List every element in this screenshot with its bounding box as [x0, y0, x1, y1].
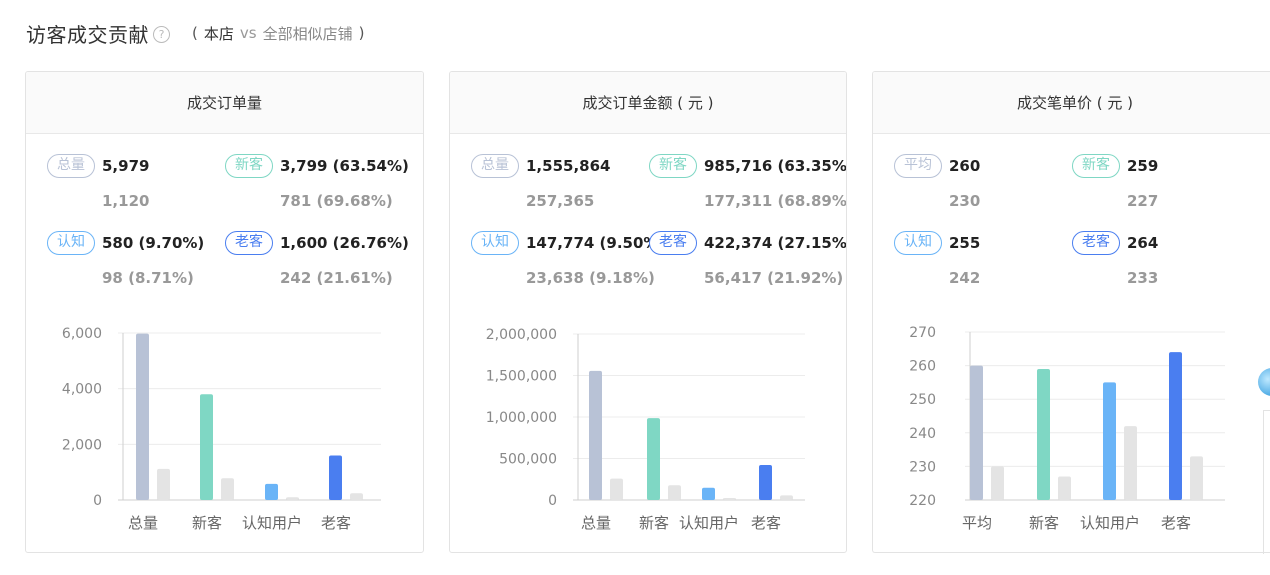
x-tick-label: 老客: [1161, 514, 1191, 532]
bar-similar[interactable]: [221, 478, 234, 500]
y-tick-label: 4,000: [62, 382, 102, 398]
bar-store[interactable]: [970, 365, 983, 500]
card-unit-price: 成交笔单价 ( 元 ) 平均 260 230 新客 259 227 认知 255…: [872, 71, 1270, 553]
bar-store[interactable]: [200, 394, 213, 500]
bar-store[interactable]: [647, 418, 660, 500]
y-tick-label: 250: [909, 392, 936, 408]
paren-open: (: [192, 24, 198, 42]
bar-similar[interactable]: [723, 498, 736, 500]
y-tick-label: 2,000,000: [486, 327, 557, 343]
x-tick-label: 总量: [581, 514, 611, 532]
x-tick-label: 认知用户: [242, 514, 302, 532]
own-store-label: 本店: [203, 24, 234, 43]
similar-stores-label: 全部相似店铺: [262, 24, 353, 43]
y-tick-label: 2,000: [62, 437, 102, 453]
bar-similar[interactable]: [350, 493, 363, 500]
y-tick-label: 240: [909, 426, 936, 442]
y-tick-label: 500,000: [499, 452, 557, 468]
x-tick-label: 新客: [1029, 514, 1059, 532]
bar-store[interactable]: [759, 464, 772, 500]
x-tick-label: 总量: [128, 514, 158, 532]
bar-similar[interactable]: [780, 495, 793, 500]
bar-store[interactable]: [265, 483, 278, 500]
y-tick-label: 1,000,000: [486, 410, 557, 426]
bar-similar[interactable]: [1190, 456, 1203, 500]
next-card-edge: [1263, 410, 1270, 554]
card-order-count: 成交订单量 总量 5,979 1,120 新客 3,799 (63.54%) 7…: [25, 71, 424, 553]
bar-similar[interactable]: [157, 468, 170, 500]
bar-store[interactable]: [589, 370, 602, 500]
section-title: 访客成交贡献: [26, 22, 149, 47]
y-tick-label: 0: [548, 493, 557, 509]
bar-store[interactable]: [1169, 352, 1182, 500]
bar-store[interactable]: [1037, 368, 1050, 500]
paren-close: ): [358, 24, 365, 42]
bar-store[interactable]: [1103, 382, 1116, 500]
comparison-legend: ( 本店 vs 全部相似店铺 ): [192, 23, 364, 44]
help-icon[interactable]: ?: [153, 25, 170, 43]
bar-store[interactable]: [329, 455, 342, 500]
bar-chart-order-amount: 0 500,000 1,000,000 1,500,000 2,000,000 总量 新客认…: [486, 327, 805, 532]
vs-label: vs: [239, 24, 257, 42]
y-tick-label: 0: [93, 493, 102, 509]
x-tick-label: 老客: [321, 514, 351, 532]
card-order-amount: 成交订单金额 ( 元 ) 总量 1,555,864 257,365 新客 985…: [449, 71, 847, 553]
y-tick-label: 270: [909, 325, 936, 341]
y-tick-label: 6,000: [62, 326, 102, 342]
bar-chart-order-count: 0 2,000 4,000 6,000 总量 新客 认知用户 老客: [62, 326, 381, 532]
section-header: 访客成交贡献 ? ( 本店 vs 全部相似店铺 ): [26, 18, 364, 48]
y-tick-label: 220: [909, 493, 936, 509]
bar-store[interactable]: [702, 487, 715, 500]
y-tick-label: 230: [909, 459, 936, 475]
bar-similar[interactable]: [1124, 426, 1137, 500]
y-tick-label: 260: [909, 359, 936, 375]
x-tick-label: 认知用户: [679, 514, 739, 532]
y-tick-label: 1,500,000: [486, 369, 557, 385]
bar-similar[interactable]: [610, 478, 623, 500]
x-tick-label: 老客: [751, 514, 781, 532]
x-tick-label: 新客: [192, 514, 222, 532]
x-tick-label: 平均: [962, 514, 992, 532]
bar-similar[interactable]: [286, 497, 299, 500]
bar-store[interactable]: [136, 333, 149, 500]
bar-similar[interactable]: [1058, 476, 1071, 500]
x-tick-label: 新客: [639, 514, 669, 532]
bar-similar[interactable]: [668, 485, 681, 500]
bar-chart-unit-price: 220 230 240 250 260 270 平均 新客 认知用户 老客: [909, 325, 1225, 532]
bar-similar[interactable]: [991, 466, 1004, 500]
x-tick-label: 认知用户: [1080, 514, 1140, 532]
